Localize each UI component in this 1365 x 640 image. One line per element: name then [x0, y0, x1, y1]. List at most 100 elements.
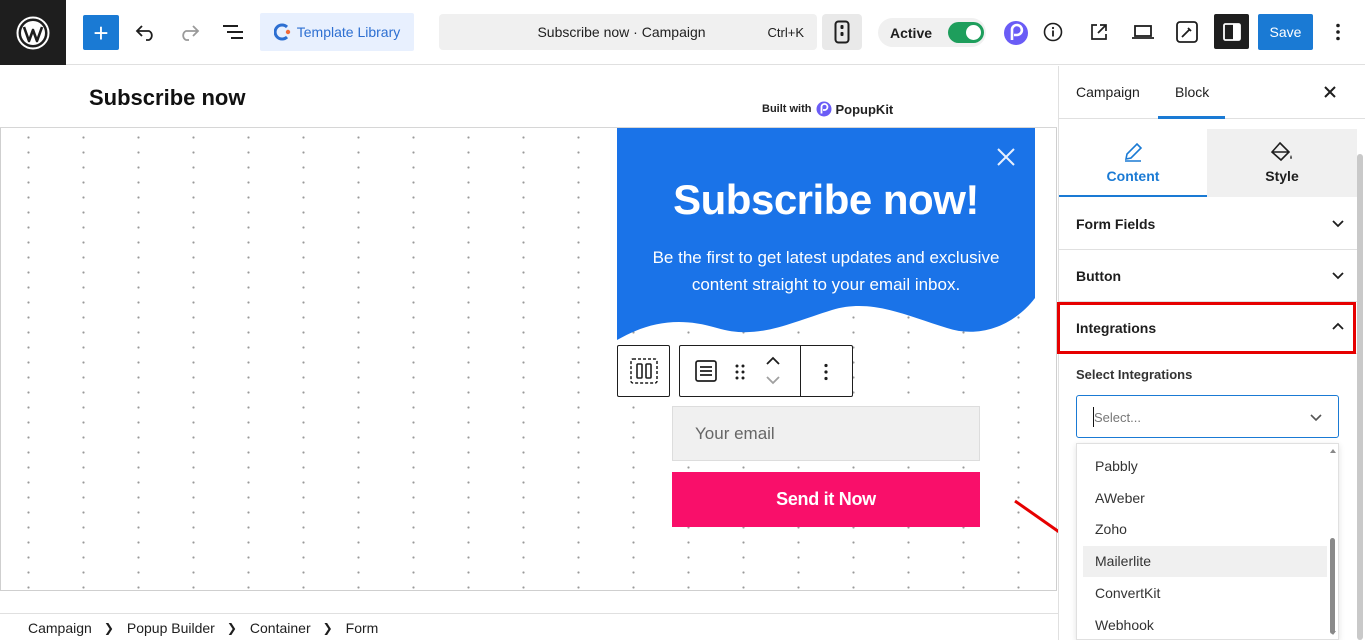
paint-bucket-icon — [1270, 141, 1292, 162]
block-parent-selector[interactable] — [617, 345, 670, 397]
sidebar-scrollbar[interactable] — [1357, 154, 1363, 640]
breadcrumb-bar: Campaign ❯ Popup Builder ❯ Container ❯ F… — [0, 613, 1058, 640]
pencil-icon — [1124, 142, 1143, 162]
toolbar-divider — [800, 346, 801, 396]
more-vertical-icon — [1336, 23, 1340, 41]
template-library-label: Template Library — [296, 24, 401, 40]
built-with-label: Built with — [762, 103, 812, 115]
select-integrations-label: Select Integrations — [1076, 367, 1193, 382]
integrations-highlight-box — [1057, 302, 1356, 354]
panel-label: Form Fields — [1076, 216, 1156, 232]
breadcrumb-item[interactable]: Form — [346, 620, 379, 636]
tab-campaign[interactable]: Campaign — [1076, 84, 1140, 100]
integrations-select[interactable]: Select... — [1076, 395, 1339, 438]
chevron-down-icon — [1332, 220, 1344, 228]
chevron-right-icon: ❯ — [322, 621, 333, 635]
chevron-down-icon — [1310, 414, 1322, 422]
popup-title[interactable]: Subscribe now — [89, 85, 245, 111]
plus-icon: + — [93, 17, 109, 48]
undo-icon — [135, 25, 153, 41]
wordpress-logo-icon[interactable] — [0, 0, 66, 65]
tab-block[interactable]: Block — [1175, 84, 1209, 100]
close-sidebar-button[interactable] — [1317, 81, 1343, 103]
chevron-right-icon: ❯ — [226, 621, 237, 635]
sidebar-icon — [1222, 22, 1241, 41]
popupkit-logo-icon — [1004, 21, 1028, 45]
email-input[interactable]: Your email — [672, 406, 980, 461]
view-external-button[interactable] — [1087, 20, 1111, 44]
active-toggle[interactable] — [948, 22, 984, 43]
integrations-dropdown: Pabbly AWeber Zoho Mailerlite ConvertKit… — [1076, 443, 1339, 640]
external-link-icon — [1091, 24, 1107, 40]
save-button[interactable]: Save — [1258, 14, 1313, 50]
dropdown-option-highlighted[interactable]: Mailerlite — [1083, 546, 1327, 577]
send-button[interactable]: Send it Now — [672, 472, 980, 527]
info-icon — [1043, 22, 1063, 42]
block-toolbar — [679, 345, 853, 397]
chevron-right-icon: ❯ — [103, 621, 114, 635]
dropdown-option[interactable]: Webhook — [1083, 610, 1327, 639]
drag-handle-icon[interactable] — [734, 363, 746, 381]
style-button[interactable] — [1174, 19, 1200, 45]
popup-header-background — [617, 128, 1035, 340]
built-with-badge: Built with PopupKit — [762, 101, 893, 117]
canvas-header: Subscribe now Built with PopupKit — [0, 66, 1057, 128]
options-menu-button[interactable] — [1327, 20, 1349, 44]
settings-sidebar-toggle[interactable] — [1214, 14, 1249, 49]
tab-content-label: Content — [1106, 168, 1160, 184]
container-block-icon — [630, 358, 658, 384]
popupkit-brand-icon — [816, 101, 831, 117]
chevron-down-icon — [1332, 272, 1344, 280]
active-toggle-wrap: Active — [878, 18, 986, 47]
popup-headline: Subscribe now! — [673, 176, 979, 223]
breadcrumb-item[interactable]: Popup Builder — [127, 620, 215, 636]
template-library-icon — [273, 23, 290, 41]
scroll-up-arrow-icon[interactable] — [1330, 449, 1336, 453]
panel-button[interactable]: Button — [1059, 250, 1357, 302]
info-button[interactable] — [1041, 20, 1065, 44]
tab-content[interactable]: Content — [1059, 129, 1207, 197]
close-icon — [1324, 86, 1336, 98]
pen-tool-icon — [1176, 21, 1198, 43]
breadcrumb-item[interactable]: Container — [250, 620, 311, 636]
command-palette-button[interactable]: Subscribe now · Campaign Ctrl+K — [439, 14, 817, 50]
popupkit-brand-label: PopupKit — [835, 101, 894, 117]
device-preview-button[interactable] — [822, 14, 862, 50]
block-options-icon[interactable] — [823, 363, 829, 381]
panel-label: Button — [1076, 268, 1122, 284]
popup-description: Be the first to get latest updates and e… — [652, 248, 1000, 294]
add-block-button[interactable]: + — [83, 15, 119, 50]
popupkit-button[interactable] — [1002, 19, 1030, 47]
mobile-device-icon — [834, 20, 850, 44]
template-library-button[interactable]: Template Library — [260, 13, 414, 51]
tab-style[interactable]: Style — [1207, 129, 1357, 197]
select-placeholder: Select... — [1094, 410, 1141, 425]
active-tab-indicator — [1158, 116, 1225, 119]
dropdown-option[interactable]: Pabbly — [1083, 451, 1327, 482]
keyboard-shortcut: Ctrl+K — [767, 25, 804, 40]
popup-close-icon[interactable] — [995, 146, 1017, 168]
tab-style-label: Style — [1265, 168, 1299, 184]
document-overview-button[interactable] — [220, 20, 246, 44]
redo-button[interactable] — [176, 20, 202, 44]
scroll-down-arrow-icon[interactable] — [1330, 631, 1336, 635]
send-button-label: Send it Now — [776, 489, 876, 509]
undo-button[interactable] — [133, 20, 159, 44]
preview-button[interactable] — [1130, 20, 1156, 44]
top-toolbar: + Template Library Subscribe now · Campa… — [0, 0, 1365, 65]
document-title: Subscribe now · Campaign — [537, 24, 706, 40]
list-view-icon — [223, 25, 243, 39]
laptop-icon — [1132, 25, 1154, 39]
active-label: Active — [890, 25, 933, 41]
dropdown-option[interactable]: AWeber — [1083, 483, 1327, 514]
dropdown-scrollbar[interactable] — [1330, 538, 1335, 634]
breadcrumb-item[interactable]: Campaign — [28, 620, 92, 636]
form-block-icon[interactable] — [694, 359, 718, 383]
panel-form-fields[interactable]: Form Fields — [1059, 198, 1357, 250]
dropdown-option[interactable]: Zoho — [1083, 514, 1327, 545]
dropdown-option[interactable]: ConvertKit — [1083, 578, 1327, 609]
settings-sidebar: Campaign Block Content Style Form Fields… — [1057, 66, 1365, 640]
move-down-icon[interactable] — [765, 375, 781, 385]
move-up-icon[interactable] — [765, 356, 781, 366]
breadcrumb: Campaign ❯ Popup Builder ❯ Container ❯ F… — [28, 620, 378, 636]
